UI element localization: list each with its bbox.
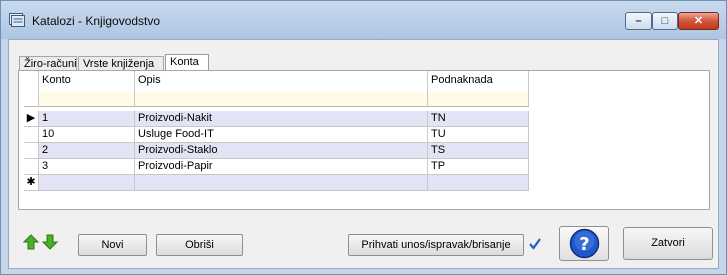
column-header-podnaknada[interactable]: Podnaknada <box>428 71 529 107</box>
cell-konto[interactable]: 1 <box>39 111 135 127</box>
current-row-arrow-icon: ▶ <box>26 112 36 124</box>
close-icon: ✕ <box>693 15 704 27</box>
tab-ziro-racuni[interactable]: Žiro-računi <box>19 56 77 71</box>
help-question-icon: ? <box>569 228 600 259</box>
new-row-cell-opis[interactable] <box>135 175 428 191</box>
column-header-label: Podnaknada <box>431 74 493 86</box>
cell-konto[interactable]: 3 <box>39 159 135 175</box>
row-selector[interactable] <box>24 143 39 159</box>
maximize-icon: □ <box>661 15 669 27</box>
column-header-label: Opis <box>138 74 161 86</box>
move-down-arrow-icon[interactable] <box>42 234 58 250</box>
cell-opis[interactable]: Proizvodi-Staklo <box>135 143 428 159</box>
column-header-opis[interactable]: Opis <box>135 71 428 107</box>
cell-konto[interactable]: 2 <box>39 143 135 159</box>
minimize-button[interactable]: – <box>625 12 652 30</box>
new-row-cell-konto[interactable] <box>39 175 135 191</box>
catalog-app-icon <box>9 13 25 27</box>
tab-vrste-knjizenja[interactable]: Vrste knjiženja <box>78 56 164 71</box>
cell-podnaknada[interactable]: TS <box>428 143 529 159</box>
column-header-label: Konto <box>42 74 71 86</box>
row-selector[interactable] <box>24 159 39 175</box>
zatvori-button[interactable]: Zatvori <box>623 227 713 260</box>
filter-strip[interactable] <box>39 92 134 106</box>
filter-strip[interactable] <box>428 92 528 106</box>
prihvati-button[interactable]: Prihvati unos/ispravak/brisanje <box>348 234 524 256</box>
client-area: Žiro-računi Vrste knjiženja Konta Konto … <box>8 39 719 269</box>
cell-opis[interactable]: Proizvodi-Papir <box>135 159 428 175</box>
close-window-button[interactable]: ✕ <box>678 12 719 30</box>
row-selector[interactable]: ▶ <box>24 111 39 127</box>
minimize-icon: – <box>635 15 642 27</box>
app-window: Katalozi - Knjigovodstvo – □ ✕ Žiro-raču… <box>0 0 727 275</box>
move-up-arrow-icon[interactable] <box>23 234 39 250</box>
cell-opis[interactable]: Usluge Food-IT <box>135 127 428 143</box>
tab-konta[interactable]: Konta <box>165 54 209 71</box>
svg-text:?: ? <box>579 234 589 255</box>
obrisi-button[interactable]: Obriši <box>156 234 243 256</box>
title-bar[interactable]: Katalozi - Knjigovodstvo – □ ✕ <box>1 1 726 39</box>
bottom-toolbar: Novi Obriši Prihvati unos/ispravak/brisa… <box>9 218 718 268</box>
grid-corner <box>24 71 39 107</box>
new-row-cell-podnaknada[interactable] <box>428 175 529 191</box>
cell-podnaknada[interactable]: TN <box>428 111 529 127</box>
checkmark-icon <box>529 238 541 250</box>
cell-konto[interactable]: 10 <box>39 127 135 143</box>
new-row-asterisk-icon: ✱ <box>26 176 36 188</box>
row-selector[interactable] <box>24 127 39 143</box>
cell-opis[interactable]: Proizvodi-Nakit <box>135 111 428 127</box>
konta-tab-panel: Konto Opis Podnaknada ▶ 1 Proizvodi-Naki… <box>18 70 710 210</box>
help-button[interactable]: ? <box>559 226 609 261</box>
maximize-button[interactable]: □ <box>652 12 678 30</box>
row-selector[interactable]: ✱ <box>24 175 39 191</box>
filter-strip[interactable] <box>135 92 427 106</box>
column-header-konto[interactable]: Konto <box>39 71 135 107</box>
novi-button[interactable]: Novi <box>78 234 147 256</box>
cell-podnaknada[interactable]: TU <box>428 127 529 143</box>
window-title: Katalozi - Knjigovodstvo <box>32 14 161 28</box>
cell-podnaknada[interactable]: TP <box>428 159 529 175</box>
